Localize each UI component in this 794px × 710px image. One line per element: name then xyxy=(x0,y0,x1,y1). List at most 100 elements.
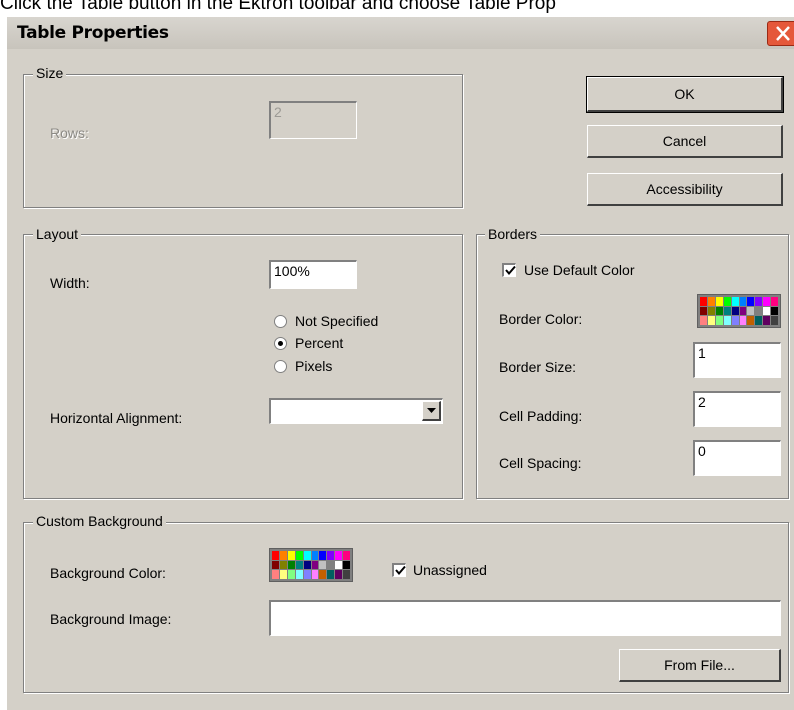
dialog-title: Table Properties xyxy=(17,23,169,43)
palette-swatch xyxy=(279,551,287,560)
palette-swatch xyxy=(707,306,715,316)
radio-percent[interactable] xyxy=(274,337,287,350)
size-group xyxy=(23,74,463,208)
palette-swatch xyxy=(771,306,778,316)
horizontal-alignment-select[interactable] xyxy=(269,398,443,424)
palette-swatch xyxy=(747,297,755,306)
palette-swatch xyxy=(731,316,739,325)
palette-swatch xyxy=(327,551,335,560)
palette-swatch xyxy=(723,316,731,325)
palette-swatch xyxy=(343,551,350,560)
palette-swatch xyxy=(343,560,350,570)
border-size-input[interactable]: 1 xyxy=(693,342,781,378)
palette-swatch xyxy=(311,570,319,579)
background-image-input[interactable] xyxy=(269,600,781,636)
unassigned-label: Unassigned xyxy=(413,562,487,578)
cell-spacing-label: Cell Spacing: xyxy=(499,455,582,471)
borders-legend: Borders xyxy=(485,226,541,242)
palette-swatch xyxy=(723,297,731,306)
palette-swatch xyxy=(335,560,343,570)
instruction-caption: Click the Table button in the Ektron too… xyxy=(0,0,556,14)
cancel-button[interactable]: Cancel xyxy=(587,125,783,158)
unassigned-checkbox[interactable] xyxy=(392,563,406,577)
palette-swatch xyxy=(700,316,707,325)
from-file-button[interactable]: From File... xyxy=(619,649,781,682)
close-button[interactable] xyxy=(767,21,794,46)
accessibility-button[interactable]: Accessibility xyxy=(587,173,783,206)
palette-swatch xyxy=(755,316,763,325)
border-size-label: Border Size: xyxy=(499,359,577,375)
width-label: Width: xyxy=(50,275,90,291)
size-legend: Size xyxy=(33,65,67,81)
palette-swatch xyxy=(755,306,763,316)
palette-swatch xyxy=(731,297,739,306)
cell-spacing-input[interactable]: 0 xyxy=(693,440,781,476)
palette-swatch xyxy=(272,560,279,570)
palette-swatch xyxy=(739,297,747,306)
palette-swatch xyxy=(327,570,335,579)
palette-swatch xyxy=(295,570,303,579)
palette-swatch xyxy=(319,551,327,560)
layout-legend: Layout xyxy=(33,226,82,242)
palette-swatch xyxy=(771,316,778,325)
palette-swatch xyxy=(319,570,327,579)
radio-pixels[interactable] xyxy=(274,360,287,373)
palette-swatch xyxy=(715,306,723,316)
close-icon xyxy=(776,26,790,41)
palette-swatch xyxy=(279,560,287,570)
palette-swatch xyxy=(272,570,279,579)
cell-padding-label: Cell Padding: xyxy=(499,408,583,424)
palette-swatch xyxy=(731,306,739,316)
palette-swatch xyxy=(763,316,771,325)
background-color-swatch[interactable] xyxy=(269,548,353,582)
palette-swatch xyxy=(755,297,763,306)
dropdown-button[interactable] xyxy=(422,401,441,421)
palette-swatch xyxy=(763,306,771,316)
radio-not-specified[interactable] xyxy=(274,315,287,328)
width-input[interactable]: 100% xyxy=(269,260,357,289)
radio-percent-label: Percent xyxy=(295,335,344,351)
palette-swatch xyxy=(327,560,335,570)
use-default-color-checkbox[interactable] xyxy=(502,263,516,277)
layout-group xyxy=(23,234,463,499)
palette-swatch xyxy=(287,570,295,579)
cell-padding-input[interactable]: 2 xyxy=(693,391,781,427)
radio-not-specified-label: Not Specified xyxy=(295,313,379,329)
palette-swatch xyxy=(303,551,311,560)
title-bar[interactable]: Table Properties xyxy=(7,17,794,49)
accessibility-label: Accessibility xyxy=(646,181,723,197)
radio-pixels-label: Pixels xyxy=(295,358,333,374)
background-color-label: Background Color: xyxy=(50,565,166,581)
rows-label: Rows: xyxy=(50,125,89,141)
ok-button[interactable]: OK xyxy=(586,76,784,113)
palette-swatch xyxy=(747,316,755,325)
palette-swatch xyxy=(739,306,747,316)
rows-input[interactable]: 2 xyxy=(269,101,357,139)
checkmark-icon xyxy=(505,265,516,276)
palette-swatch xyxy=(343,570,350,579)
palette-swatch xyxy=(763,297,771,306)
background-image-label: Background Image: xyxy=(50,611,172,627)
palette-swatch xyxy=(700,306,707,316)
palette-swatch xyxy=(335,551,343,560)
palette-swatch xyxy=(707,297,715,306)
horizontal-alignment-label: Horizontal Alignment: xyxy=(50,410,183,426)
use-default-color-label: Use Default Color xyxy=(524,262,635,278)
table-properties-dialog: Table Properties Size Rows: 2 OK Cancel … xyxy=(6,16,794,710)
palette-swatch xyxy=(715,297,723,306)
palette-swatch xyxy=(739,316,747,325)
palette-swatch xyxy=(707,316,715,325)
border-color-label: Border Color: xyxy=(499,311,583,327)
palette-swatch xyxy=(303,560,311,570)
palette-swatch xyxy=(700,297,707,306)
palette-swatch xyxy=(335,570,343,579)
palette-swatch xyxy=(311,560,319,570)
border-color-swatch[interactable] xyxy=(697,294,781,328)
palette-swatch xyxy=(295,551,303,560)
palette-swatch xyxy=(319,560,327,570)
palette-swatch xyxy=(272,551,279,560)
palette-swatch xyxy=(287,560,295,570)
palette-swatch xyxy=(295,560,303,570)
palette-swatch xyxy=(287,551,295,560)
palette-swatch xyxy=(303,570,311,579)
